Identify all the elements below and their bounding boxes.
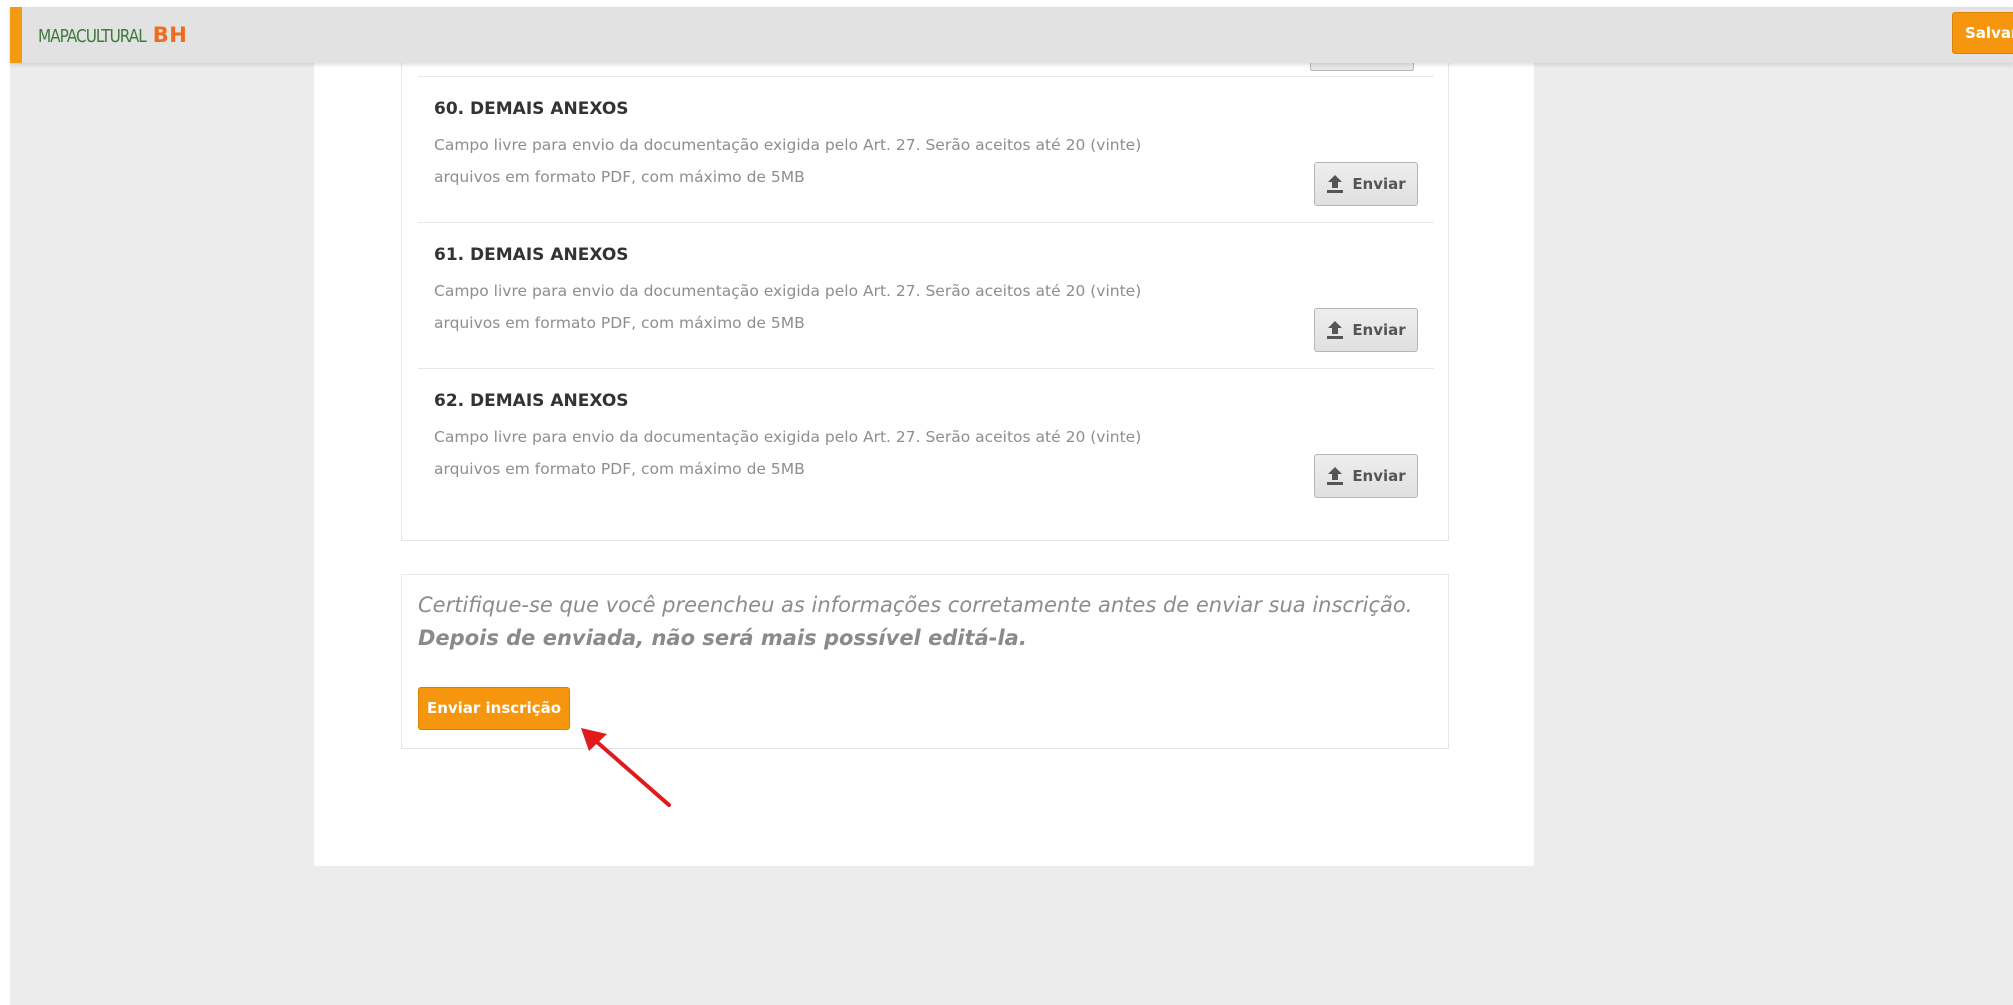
logo-text-prefix: MAPACULTURAL: [38, 26, 147, 47]
header-accent-strip: [10, 7, 22, 63]
attachment-description-line-2: arquivos em formato PDF, com máximo de 5…: [434, 460, 805, 478]
confirmation-text-emphasis: Depois de enviada, não será mais possíve…: [418, 626, 1027, 650]
main-content-panel: 60. DEMAIS ANEXOS Campo livre para envio…: [314, 53, 1534, 866]
attachment-description-line-2: arquivos em formato PDF, com máximo de 5…: [434, 168, 805, 186]
save-button[interactable]: Salvar: [1952, 12, 2013, 54]
submission-confirmation-box: Certifique-se que você preencheu as info…: [401, 574, 1449, 749]
attachment-description-line-1: Campo livre para envio da documentação e…: [434, 136, 1142, 154]
upload-button[interactable]: Enviar: [1314, 454, 1418, 498]
attachment-item-60: 60. DEMAIS ANEXOS Campo livre para envio…: [418, 76, 1434, 222]
upload-button-label: Enviar: [1352, 467, 1406, 485]
attachment-title: 60. DEMAIS ANEXOS: [434, 99, 629, 119]
upload-icon: [1326, 320, 1344, 340]
upload-button-label: Enviar: [1352, 175, 1406, 193]
attachment-item-61: 61. DEMAIS ANEXOS Campo livre para envio…: [418, 222, 1434, 368]
confirmation-warning-text: Certifique-se que você preencheu as info…: [418, 589, 1438, 655]
attachment-description-line-2: arquivos em formato PDF, com máximo de 5…: [434, 314, 805, 332]
attachment-title: 61. DEMAIS ANEXOS: [434, 245, 629, 265]
logo-text-suffix: BH: [152, 23, 188, 47]
attachment-description-line-1: Campo livre para envio da documentação e…: [434, 282, 1142, 300]
attachment-description: Campo livre para envio da documentação e…: [434, 275, 1194, 339]
window-frame-left: [0, 0, 10, 1005]
upload-button[interactable]: Enviar: [1314, 308, 1418, 352]
attachment-description: Campo livre para envio da documentação e…: [434, 129, 1194, 193]
window-frame-top: [0, 0, 2013, 7]
site-logo[interactable]: MAPACULTURAL BH: [38, 21, 187, 49]
upload-button-label: Enviar: [1352, 321, 1406, 339]
upload-button[interactable]: Enviar: [1314, 162, 1418, 206]
attachment-description: Campo livre para envio da documentação e…: [434, 421, 1194, 485]
top-header-bar: MAPACULTURALBH Salvar: [10, 7, 2013, 63]
attachments-list: 60. DEMAIS ANEXOS Campo livre para envio…: [401, 53, 1449, 541]
submit-application-button[interactable]: Enviar inscrição: [418, 687, 570, 730]
upload-icon: [1326, 466, 1344, 486]
confirmation-text-normal: Certifique-se que você preencheu as info…: [418, 593, 1413, 617]
attachment-item-62: 62. DEMAIS ANEXOS Campo livre para envio…: [418, 368, 1434, 514]
attachment-title: 62. DEMAIS ANEXOS: [434, 391, 629, 411]
red-arrow-annotation-icon: [575, 725, 675, 819]
attachment-description-line-1: Campo livre para envio da documentação e…: [434, 428, 1142, 446]
upload-icon: [1326, 174, 1344, 194]
